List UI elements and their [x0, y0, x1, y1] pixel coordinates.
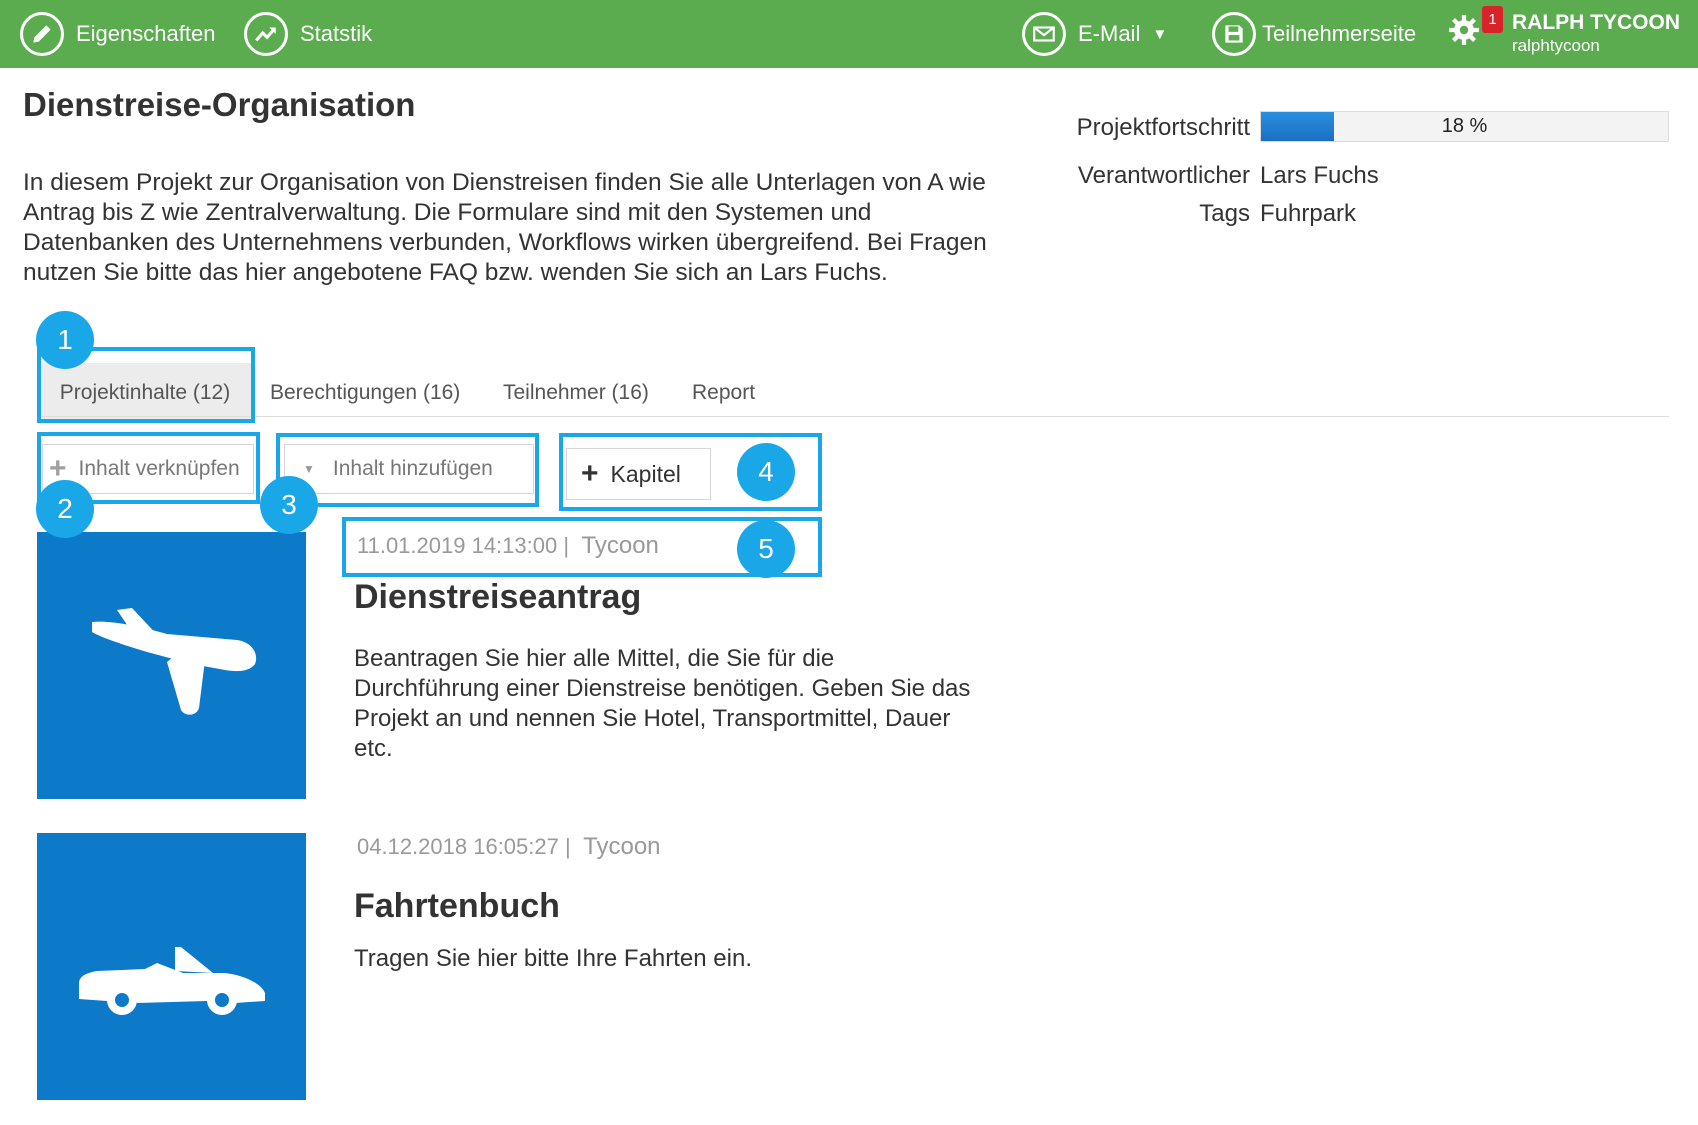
item-thumbnail[interactable]: [37, 532, 306, 799]
email-label: E-Mail: [1078, 21, 1141, 46]
envelope-icon: [1022, 12, 1066, 56]
tab-participants[interactable]: Teilnehmer (16): [503, 363, 649, 423]
callout-number: 1: [36, 311, 94, 369]
item-timestamp: 11.01.2019 14:13:00 |: [357, 533, 570, 558]
tabs-divider: [37, 416, 1669, 417]
item-description: Tragen Sie hier bitte Ihre Fahrten ein.: [354, 945, 752, 972]
progress-label: Projektfortschritt: [1076, 114, 1250, 141]
project-description: In diesem Projekt zur Organisation von D…: [23, 169, 987, 286]
properties-button[interactable]: Eigenschaften: [20, 0, 215, 68]
callout-number: 4: [737, 443, 795, 501]
car-icon: [79, 947, 265, 1015]
top-navigation-bar: Eigenschaften Statstik E-Mail ▼ Teilnehm…: [0, 0, 1698, 68]
pencil-icon: [20, 12, 64, 56]
project-progress-bar: 18 %: [1260, 111, 1669, 142]
item-author[interactable]: Tycoon: [583, 833, 660, 860]
owner-label: Verantwortlicher: [1077, 162, 1250, 189]
trend-chart-icon: [244, 12, 288, 56]
callout-number: 2: [36, 480, 94, 538]
item-title[interactable]: Dienstreiseantrag: [354, 578, 641, 617]
participant-page-button[interactable]: Teilnehmerseite: [1212, 0, 1416, 68]
item-author[interactable]: Tycoon: [582, 532, 659, 559]
page-title: Dienstreise-Organisation: [23, 86, 416, 123]
caret-down-icon: ▼: [1152, 25, 1168, 43]
progress-value: 18 %: [1441, 115, 1488, 137]
save-disk-icon: [1212, 12, 1256, 56]
item-meta: 11.01.2019 14:13:00 | Tycoon: [357, 532, 659, 560]
user-login: ralphtycoon: [1512, 36, 1600, 55]
email-dropdown[interactable]: E-Mail ▼: [1022, 0, 1167, 68]
item-timestamp: 04.12.2018 16:05:27 |: [357, 834, 571, 859]
callout-number: 5: [737, 520, 795, 578]
user-name[interactable]: RALPH TYCOON: [1512, 11, 1680, 35]
participant-page-label: Teilnehmerseite: [1262, 21, 1417, 46]
airplane-icon: [92, 608, 257, 715]
item-meta: 04.12.2018 16:05:27 | Tycoon: [357, 833, 661, 861]
owner-value[interactable]: Lars Fuchs: [1260, 162, 1379, 190]
tab-report[interactable]: Report: [692, 363, 755, 423]
notification-badge[interactable]: 1: [1482, 6, 1503, 33]
callout-number: 3: [260, 476, 318, 534]
gear-icon[interactable]: [1447, 13, 1481, 47]
statistics-label: Statstik: [300, 21, 373, 46]
tab-permissions[interactable]: Berechtigungen (16): [270, 363, 460, 423]
item-title[interactable]: Fahrtenbuch: [354, 887, 560, 926]
tags-value[interactable]: Fuhrpark: [1260, 200, 1356, 228]
item-thumbnail[interactable]: [37, 833, 306, 1100]
tags-label: Tags: [1199, 200, 1250, 227]
statistics-button[interactable]: Statstik: [244, 0, 372, 68]
properties-label: Eigenschaften: [76, 21, 216, 46]
item-description: Beantragen Sie hier alle Mittel, die Sie…: [354, 645, 971, 762]
